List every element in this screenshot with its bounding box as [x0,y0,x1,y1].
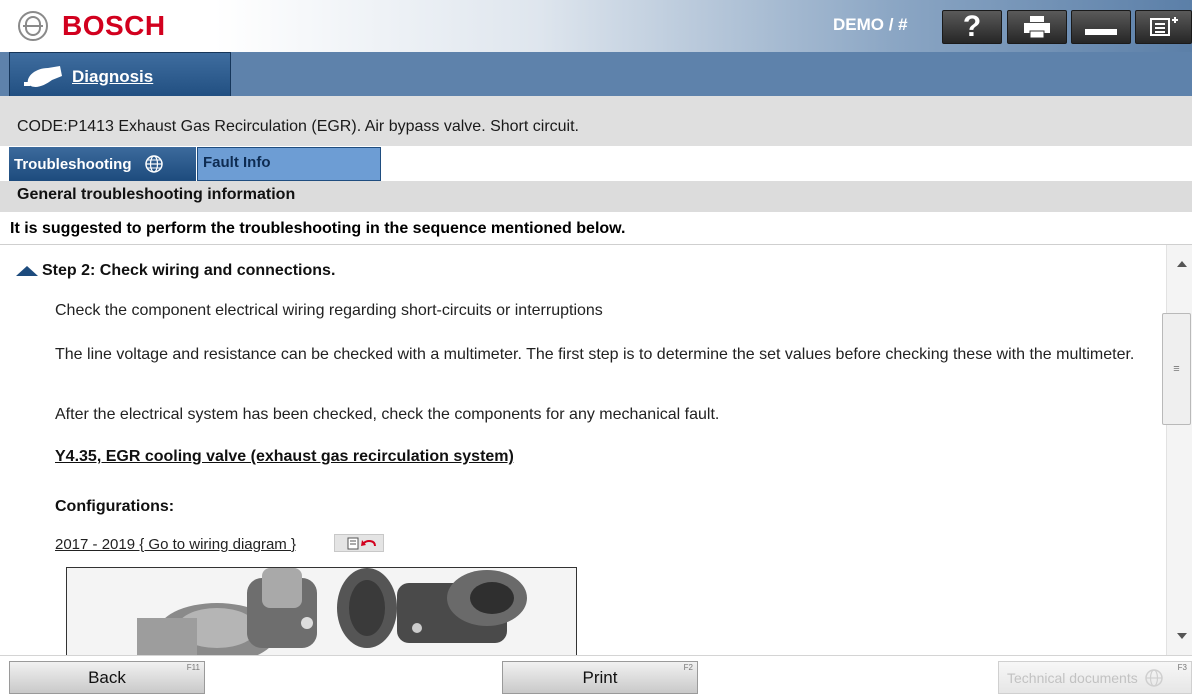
diagnosis-plug-icon [24,65,62,87]
tab-fault-info[interactable]: Fault Info [197,147,381,181]
minimize-button[interactable] [1071,10,1131,44]
component-link[interactable]: Y4.35, EGR cooling valve (exhaust gas re… [55,448,514,466]
wiring-diagram-link[interactable]: 2017 - 2019 { Go to wiring diagram } [55,536,296,553]
configurations-label: Configurations: [55,498,175,515]
scrollbar-thumb[interactable]: ≡ [1162,313,1191,425]
question-icon: ? [962,10,982,43]
minimize-icon [1085,29,1117,35]
bosch-logo: BOSCH [18,10,166,42]
component-photo [66,567,577,655]
print-button[interactable]: Print F2 [502,661,698,694]
tab-troubleshooting[interactable]: Troubleshooting [9,147,196,181]
document-return-icon[interactable] [334,534,384,552]
sequence-note: It is suggested to perform the troublesh… [10,220,626,237]
tech-docs-fkey: F3 [1177,663,1187,672]
step-header[interactable]: Step 2: Check wiring and connections. [16,262,335,280]
step-title: Step 2: Check wiring and connections. [42,262,336,279]
back-button-label: Back [88,667,126,687]
print-header-button[interactable] [1007,10,1067,44]
technical-documents-label: Technical documents [1007,669,1138,686]
print-fkey: F2 [683,663,693,672]
step-paragraph-3: After the electrical system has been che… [55,406,720,423]
tab-troubleshooting-label: Troubleshooting [14,155,132,173]
scroll-down-arrow-icon[interactable] [1177,633,1187,639]
egr-valve-image [67,568,576,655]
vertical-scrollbar[interactable] [1166,245,1192,655]
menu-button[interactable] [1135,10,1192,44]
globe-icon [1145,668,1163,687]
scroll-up-arrow-icon[interactable] [1177,261,1187,267]
technical-documents-button[interactable]: Technical documents F3 [998,661,1192,694]
step-paragraph-1: Check the component electrical wiring re… [55,302,603,319]
menu-icon [1149,17,1178,36]
tab-fault-info-label: Fault Info [203,154,271,171]
user-label: DEMO / # [833,15,908,34]
collapse-arrow-icon[interactable] [16,266,38,276]
back-button[interactable]: Back F11 [9,661,205,694]
step-paragraph-2: The line voltage and resistance can be c… [55,346,1135,363]
section-title: General troubleshooting information [17,186,296,203]
tab-diagnosis[interactable]: Diagnosis [9,52,231,101]
app-header: BOSCH DEMO / # ? [0,0,1192,52]
fault-code-title: CODE:P1413 Exhaust Gas Recirculation (EG… [17,118,579,135]
brand-name: BOSCH [62,10,166,41]
tab-diagnosis-label: Diagnosis [72,66,154,86]
back-fkey: F11 [186,663,200,672]
print-button-label: Print [582,667,618,687]
printer-icon [1024,16,1050,39]
document-icon [347,537,376,550]
globe-icon [144,155,163,173]
bosch-armature-icon [18,11,48,41]
content-pane: Step 2: Check wiring and connections. Ch… [0,245,1166,655]
help-button[interactable]: ? [942,10,1002,44]
